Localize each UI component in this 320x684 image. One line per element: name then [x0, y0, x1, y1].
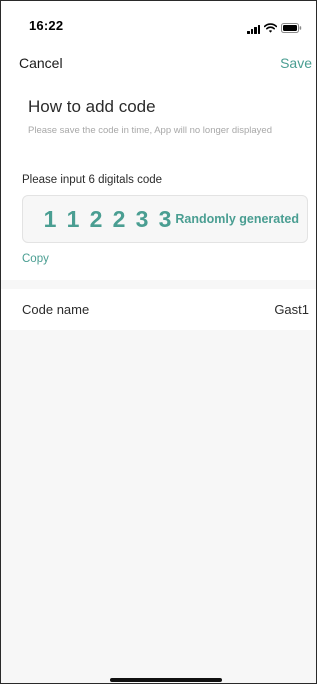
page-title: How to add code	[28, 97, 156, 116]
code-digit: 1	[66, 206, 80, 232]
code-digit: 2	[89, 206, 103, 232]
code-name-value: Gast1	[274, 302, 309, 317]
status-time: 16:22	[29, 18, 64, 33]
save-button[interactable]: Save	[280, 55, 312, 71]
code-digits: 1 1 2 2 3 3	[40, 205, 175, 233]
home-indicator	[110, 678, 222, 682]
code-digit: 3	[158, 206, 172, 232]
code-name-row[interactable]: Code name Gast1	[1, 289, 316, 330]
code-digit: 2	[112, 206, 126, 232]
copy-button[interactable]: Copy	[22, 253, 49, 265]
randomly-generate-button[interactable]: Randomly generated	[175, 212, 299, 226]
nav-bar: Cancel Save	[1, 49, 316, 79]
code-name-label: Code name	[22, 302, 90, 317]
page-subtitle: Please save the code in time, App will n…	[28, 125, 272, 136]
status-icons	[247, 20, 302, 38]
code-digit: 3	[135, 206, 149, 232]
battery-icon	[281, 20, 302, 38]
code-input-box[interactable]: 1 1 2 2 3 3 Randomly generated	[22, 195, 308, 243]
app-screen: 16:22 Cancel Save How to add code Please…	[0, 0, 317, 684]
cellular-signal-icon	[247, 24, 260, 34]
code-form-section: 16:22 Cancel Save How to add code Please…	[1, 1, 316, 280]
cancel-button[interactable]: Cancel	[19, 55, 63, 71]
code-digit: 1	[43, 206, 57, 232]
wifi-icon	[263, 20, 278, 38]
code-input-label: Please input 6 digitals code	[22, 174, 163, 186]
status-bar: 16:22	[1, 1, 316, 41]
